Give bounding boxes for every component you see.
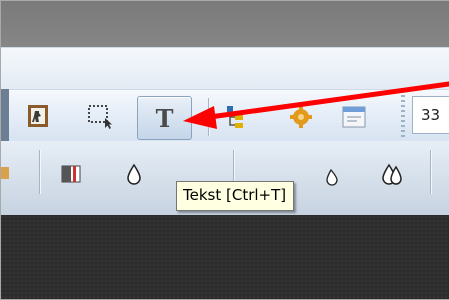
screenshot-border	[0, 0, 449, 300]
